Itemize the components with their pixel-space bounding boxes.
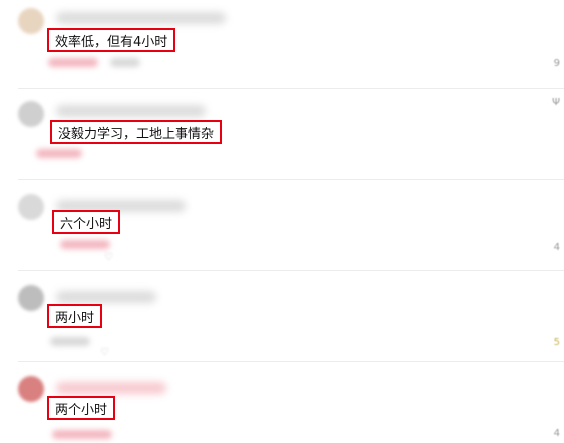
meta-blurred — [48, 58, 98, 67]
comment-text: 两个小时 — [47, 396, 116, 420]
comment-text-label: 效率低，但有4小时 — [55, 34, 168, 50]
username-blurred — [56, 382, 166, 394]
comment-text: 六个小时 — [52, 210, 121, 234]
username-blurred — [56, 105, 206, 117]
meta-blurred — [60, 240, 110, 249]
comment-item: 效率低，但有4小时 9 — [0, 0, 564, 88]
comment-text: 效率低，但有4小时 — [47, 28, 176, 52]
username-blurred — [56, 291, 156, 303]
comment-text-label: 没毅力学习，工地上事情杂 — [58, 126, 215, 142]
comment-item: 六个小时 ♡ 4 — [0, 180, 564, 270]
avatar[interactable] — [18, 101, 44, 127]
meta-blurred — [36, 149, 82, 158]
comment-item: 没毅力学习，工地上事情杂 Ψ — [0, 89, 564, 179]
reply-count[interactable]: 5 — [554, 337, 560, 348]
comment-text-label: 两小时 — [55, 310, 95, 326]
reply-count[interactable]: 9 — [554, 58, 560, 69]
meta-blurred — [110, 58, 140, 67]
comment-text-label: 两个小时 — [55, 402, 108, 418]
comment-item: 两个小时 4 — [0, 362, 564, 443]
like-icon[interactable]: ♡ — [100, 347, 109, 358]
meta-blurred — [50, 337, 90, 346]
reply-count[interactable]: Ψ — [552, 97, 560, 108]
reply-count[interactable]: 4 — [554, 428, 560, 439]
meta-blurred — [52, 430, 112, 439]
username-blurred — [56, 12, 226, 24]
like-icon[interactable]: ♡ — [104, 252, 113, 263]
avatar[interactable] — [18, 285, 44, 311]
comment-text: 没毅力学习，工地上事情杂 — [50, 120, 223, 144]
avatar[interactable] — [18, 194, 44, 220]
avatar[interactable] — [18, 376, 44, 402]
avatar[interactable] — [18, 8, 44, 34]
comment-text-label: 六个小时 — [60, 216, 113, 232]
reply-count[interactable]: 4 — [554, 242, 560, 253]
comment-text: 两小时 — [47, 304, 103, 328]
comment-item: 两小时 ♡ 5 — [0, 271, 564, 361]
